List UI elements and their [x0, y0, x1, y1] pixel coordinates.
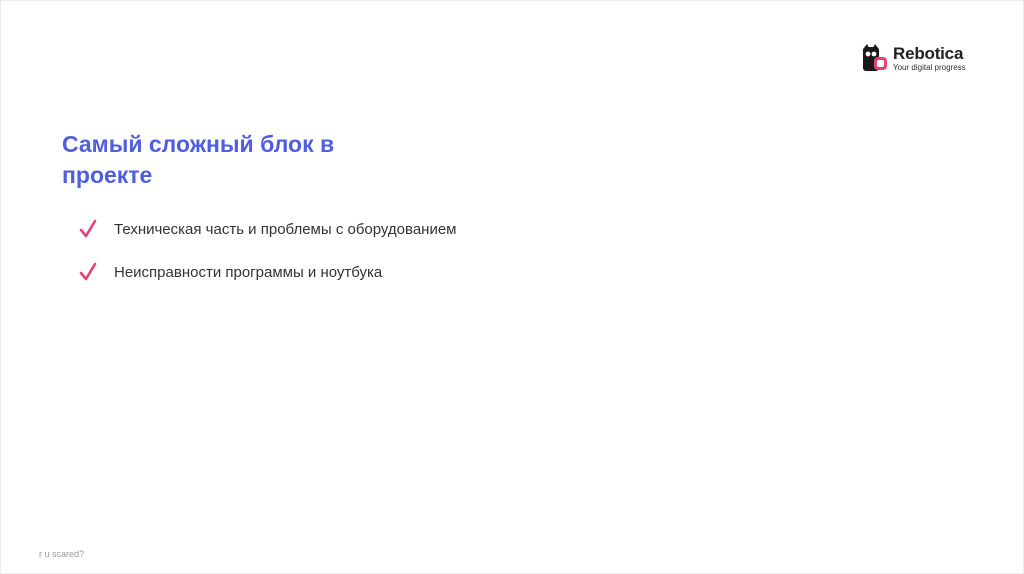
owl-robot-icon: [863, 44, 887, 71]
logo-tagline: Your digital progress: [893, 62, 966, 72]
slide: Rebotica Your digital progress Самый сло…: [0, 0, 1024, 574]
checkmark-icon: [79, 262, 97, 281]
list-item: Неисправности программы и ноутбука: [79, 260, 457, 284]
list-item: Техническая часть и проблемы с оборудова…: [79, 217, 457, 241]
slide-title: Самый сложный блок в проекте: [62, 131, 335, 188]
list-item-text: Техническая часть и проблемы с оборудова…: [114, 220, 457, 238]
brand-logo: Rebotica Your digital progress: [861, 43, 966, 73]
footer-note: r u scared?: [39, 549, 85, 559]
list-item-text: Неисправности программы и ноутбука: [114, 263, 383, 281]
bullet-list: Техническая часть и проблемы с оборудова…: [79, 217, 457, 303]
checkmark-icon: [79, 219, 97, 238]
logo-name: Rebotica: [893, 43, 964, 63]
